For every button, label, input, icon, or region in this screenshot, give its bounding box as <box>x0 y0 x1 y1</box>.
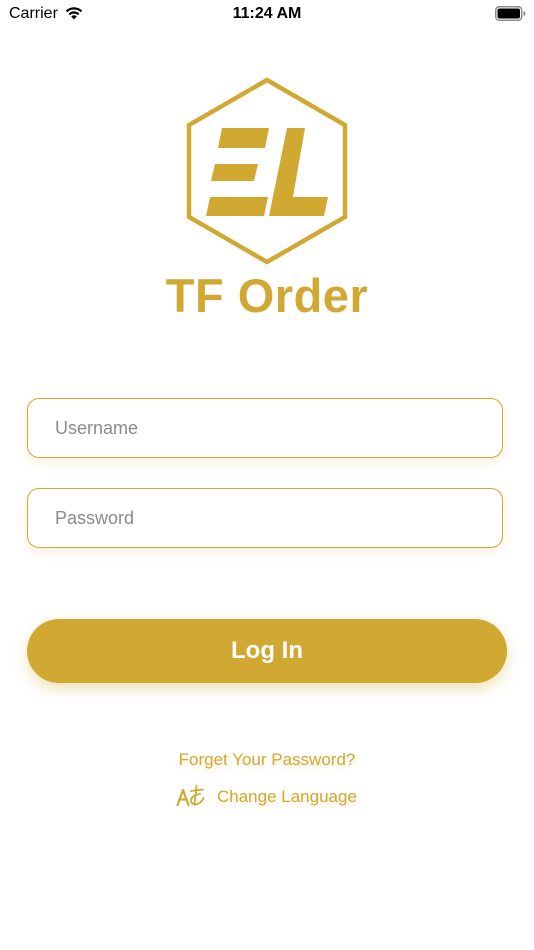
app-title: TF Order <box>165 269 369 322</box>
login-button[interactable]: Log In <box>27 619 507 683</box>
status-bar: Carrier 11:24 AM <box>0 0 534 30</box>
change-language-label: Change Language <box>217 787 357 806</box>
translate-icon <box>176 785 205 807</box>
forgot-password-link[interactable]: Forget Your Password? <box>0 750 534 770</box>
username-field-container <box>27 398 503 458</box>
change-language-button[interactable]: Change Language <box>176 784 357 810</box>
password-field-container <box>27 488 503 548</box>
el-hexagon-logo <box>186 77 348 265</box>
username-input[interactable] <box>28 399 502 457</box>
password-input[interactable] <box>28 489 502 547</box>
status-time: 11:24 AM <box>232 5 302 22</box>
battery-full-icon <box>495 6 526 21</box>
